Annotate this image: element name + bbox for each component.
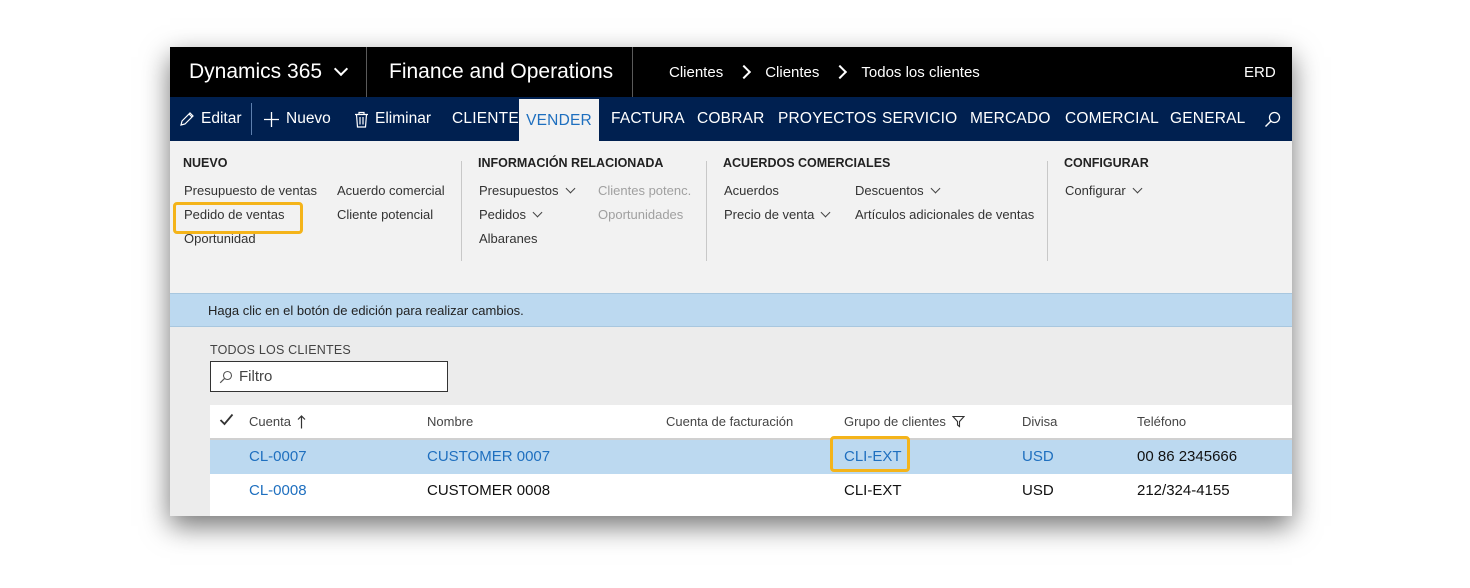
account-link[interactable]: CL-0008 bbox=[249, 482, 307, 499]
highlight-customer-group bbox=[830, 436, 910, 472]
oportunidades-button: Oportunidades bbox=[598, 207, 684, 222]
clientes-potenciales-button: Clientes potenc. bbox=[598, 183, 692, 198]
configurar-label: Configurar bbox=[1065, 183, 1126, 198]
new-label: Nuevo bbox=[286, 110, 331, 127]
presupuesto-de-ventas-button[interactable]: Presupuesto de ventas bbox=[184, 183, 317, 198]
pencil-icon bbox=[180, 112, 194, 126]
tab-mercado[interactable]: MERCADO bbox=[970, 97, 1051, 141]
trash-icon bbox=[355, 111, 368, 128]
product-switcher[interactable]: Dynamics 365 bbox=[189, 47, 349, 97]
chevron-down-icon bbox=[532, 207, 543, 218]
tab-cliente[interactable]: CLIENTE bbox=[452, 97, 519, 141]
filter-input[interactable]: Filtro bbox=[239, 368, 272, 385]
checkmark-icon bbox=[219, 413, 234, 426]
breadcrumb-item[interactable]: Todos los clientes bbox=[861, 64, 979, 81]
chevron-down-icon bbox=[565, 183, 575, 194]
top-navigation-bar: Dynamics 365 Finance and Operations Clie… bbox=[170, 47, 1292, 97]
tab-proyectos[interactable]: PROYECTOS bbox=[778, 97, 877, 141]
presupuestos-dropdown[interactable]: Presupuestos bbox=[479, 183, 575, 198]
column-header-telefono[interactable]: Teléfono bbox=[1137, 414, 1186, 429]
currency-link[interactable]: USD bbox=[1022, 448, 1054, 465]
chevron-down-icon bbox=[1132, 183, 1143, 194]
chevron-down-icon bbox=[820, 207, 831, 218]
name-link[interactable]: CUSTOMER 0007 bbox=[427, 448, 550, 465]
acuerdo-comercial-button[interactable]: Acuerdo comercial bbox=[337, 183, 445, 198]
breadcrumb: Clientes Clientes Todos los clientes bbox=[669, 47, 980, 97]
table-row[interactable]: CL-0007 CUSTOMER 0007 CLI-EXT USD 00 86 … bbox=[210, 436, 1292, 474]
delete-button[interactable]: Eliminar bbox=[354, 97, 431, 141]
delete-label: Eliminar bbox=[375, 110, 431, 127]
breadcrumb-item[interactable]: Clientes bbox=[765, 64, 819, 81]
table-row[interactable]: CL-0008 CUSTOMER 0008 CLI-EXT USD 212/32… bbox=[210, 474, 1292, 508]
currency-cell: USD bbox=[1022, 482, 1054, 499]
customer-group-cell: CLI-EXT bbox=[844, 482, 902, 499]
column-header-divisa[interactable]: Divisa bbox=[1022, 414, 1057, 429]
filter-box[interactable]: Filtro bbox=[210, 361, 448, 392]
tab-cobrar[interactable]: COBRAR bbox=[697, 97, 765, 141]
group-title-informacion: INFORMACIÓN RELACIONADA bbox=[478, 156, 664, 170]
cliente-potencial-button[interactable]: Cliente potencial bbox=[337, 207, 433, 222]
action-pane: Editar Nuevo Eliminar CLIENTE VENDER FAC… bbox=[170, 97, 1292, 143]
column-label: Grupo de clientes bbox=[844, 414, 946, 429]
precio-de-venta-dropdown[interactable]: Precio de venta bbox=[724, 207, 831, 222]
albaranes-button[interactable]: Albaranes bbox=[479, 231, 538, 246]
column-label: Cuenta bbox=[249, 414, 291, 429]
descuentos-dropdown[interactable]: Descuentos bbox=[855, 183, 941, 198]
column-header-cuenta-facturacion[interactable]: Cuenta de facturación bbox=[666, 414, 793, 429]
edit-button[interactable]: Editar bbox=[179, 97, 242, 141]
descuentos-label: Descuentos bbox=[855, 183, 924, 198]
plus-icon bbox=[264, 111, 279, 127]
column-header-grupo-clientes[interactable]: Grupo de clientes bbox=[844, 414, 965, 429]
account-link[interactable]: CL-0007 bbox=[249, 448, 307, 465]
new-button[interactable]: Nuevo bbox=[263, 97, 331, 141]
configurar-dropdown[interactable]: Configurar bbox=[1065, 183, 1143, 198]
articulos-adicionales-button[interactable]: Artículos adicionales de ventas bbox=[855, 207, 1034, 222]
acuerdos-button[interactable]: Acuerdos bbox=[724, 183, 779, 198]
info-message: Haga clic en el botón de edición para re… bbox=[208, 302, 524, 318]
edit-label: Editar bbox=[201, 110, 242, 127]
chevron-down-icon bbox=[930, 183, 941, 194]
pedidos-label: Pedidos bbox=[479, 207, 526, 222]
chevron-right-icon bbox=[833, 64, 848, 80]
chevron-right-icon bbox=[737, 64, 752, 80]
name-cell: CUSTOMER 0008 bbox=[427, 482, 551, 499]
product-name: Dynamics 365 bbox=[189, 60, 323, 83]
grid-header: Cuenta Nombre Cuenta de facturación Grup… bbox=[210, 405, 1292, 440]
search-button[interactable] bbox=[1264, 97, 1281, 141]
info-message-bar: Haga clic en el botón de edición para re… bbox=[170, 293, 1292, 327]
search-icon bbox=[219, 370, 233, 383]
tab-servicio[interactable]: SERVICIO bbox=[882, 97, 957, 141]
presupuestos-label: Presupuestos bbox=[479, 183, 559, 198]
tab-vender[interactable]: VENDER bbox=[519, 99, 599, 143]
app-window: Dynamics 365 Finance and Operations Clie… bbox=[170, 47, 1292, 516]
tab-comercial[interactable]: COMERCIAL bbox=[1065, 97, 1159, 141]
tab-general[interactable]: GENERAL bbox=[1170, 97, 1245, 141]
filter-icon bbox=[951, 415, 965, 428]
precio-de-venta-label: Precio de venta bbox=[724, 207, 815, 222]
tab-factura[interactable]: FACTURA bbox=[611, 97, 685, 141]
select-all-checkbox[interactable] bbox=[219, 413, 234, 426]
highlight-pedido-de-ventas bbox=[173, 202, 303, 234]
ribbon-vender: NUEVO Presupuesto de ventas Pedido de ve… bbox=[170, 141, 1292, 293]
phone-cell: 00 86 2345666 bbox=[1137, 448, 1238, 465]
chevron-down-icon bbox=[333, 61, 349, 77]
page-title: TODOS LOS CLIENTES bbox=[210, 343, 351, 357]
breadcrumb-item[interactable]: Clientes bbox=[669, 64, 723, 81]
column-header-nombre[interactable]: Nombre bbox=[427, 414, 473, 429]
module-name: Finance and Operations bbox=[389, 60, 614, 83]
group-title-nuevo: NUEVO bbox=[183, 156, 228, 170]
search-icon bbox=[1265, 111, 1281, 127]
sort-ascending-icon bbox=[297, 414, 306, 428]
group-title-configurar: CONFIGURAR bbox=[1064, 156, 1149, 170]
pedidos-dropdown[interactable]: Pedidos bbox=[479, 207, 543, 222]
column-header-cuenta[interactable]: Cuenta bbox=[249, 414, 306, 429]
list-page: TODOS LOS CLIENTES Filtro Cuenta Nombre … bbox=[170, 327, 1292, 516]
company-selector[interactable]: ERD bbox=[1244, 47, 1276, 97]
customers-grid: Cuenta Nombre Cuenta de facturación Grup… bbox=[210, 405, 1292, 516]
phone-cell: 212/324-4155 bbox=[1137, 482, 1230, 499]
group-title-acuerdos: ACUERDOS COMERCIALES bbox=[723, 156, 891, 170]
